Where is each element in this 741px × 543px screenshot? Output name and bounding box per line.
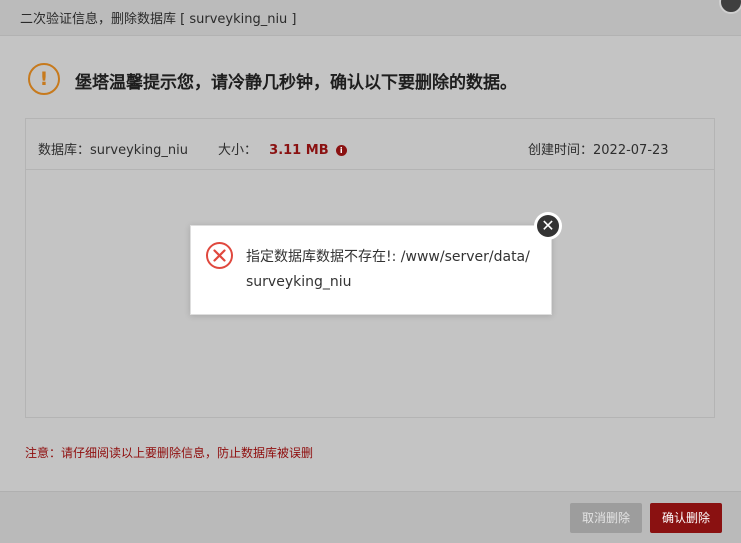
error-toast: 指定数据库数据不存在!: /www/server/data/surveyking… [190, 225, 552, 315]
error-icon [206, 242, 233, 269]
created-label: 创建时间： [528, 143, 594, 158]
warning-text: 堡塔温馨提示您，请冷静几秒钟，确认以下要删除的数据。 [75, 73, 517, 93]
error-message: 指定数据库数据不存在!: /www/server/data/surveyking… [246, 249, 530, 290]
size-label: 大小： [218, 143, 258, 158]
toast-close-button[interactable]: ✕ [534, 212, 562, 240]
confirm-delete-button[interactable]: 确认删除 [650, 503, 722, 533]
created-value: 2022-07-23 [593, 143, 669, 158]
dialog-title: 二次验证信息，删除数据库 [ surveyking_niu ] [20, 12, 297, 27]
created-field: 创建时间：2022-07-23 [528, 139, 669, 158]
dialog-footer: 取消删除 确认删除 [0, 491, 741, 543]
info-icon[interactable]: i [335, 145, 347, 156]
size-value: 3.11 MB [269, 143, 329, 158]
warning-icon: ! [28, 63, 60, 95]
notice-text: 注意：请仔细阅读以上要删除信息，防止数据库被误删 [25, 446, 314, 460]
close-icon: ✕ [537, 215, 559, 237]
db-name: surveyking_niu [90, 143, 188, 158]
db-field: 数据库：surveyking_niu [38, 139, 188, 158]
db-label: 数据库： [38, 143, 91, 158]
size-field: 大小： 3.11 MB i [218, 139, 347, 158]
database-info-row: 数据库：surveyking_niu 大小： 3.11 MB i 创建时间：20… [26, 119, 714, 170]
dialog-titlebar: 二次验证信息，删除数据库 [ surveyking_niu ] [0, 0, 741, 36]
cancel-delete-button[interactable]: 取消删除 [570, 503, 642, 533]
